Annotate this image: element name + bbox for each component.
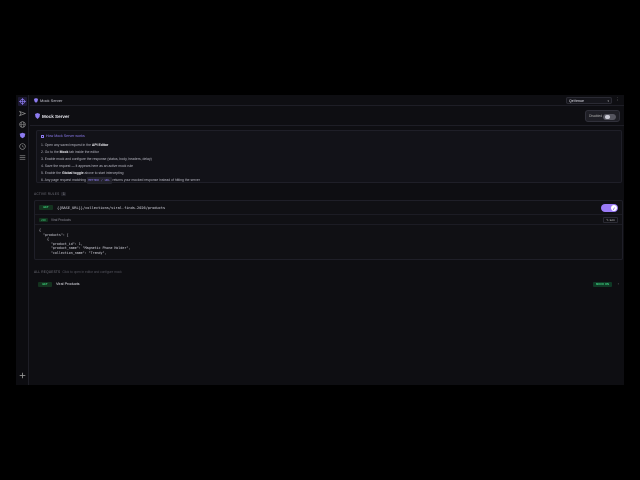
chevron-right-icon: › <box>617 281 619 286</box>
request-name: Viral Products <box>56 282 80 286</box>
plus-icon[interactable] <box>18 371 27 380</box>
globe-icon[interactable] <box>18 120 27 129</box>
rule-url: {{BASE_URL}}/collections/viral-finds-202… <box>57 205 166 210</box>
rule-meta-row: 200 Viral Products ✎ Edit <box>35 215 622 225</box>
response-body-preview: { "products": [ { "product_id": 1, "prod… <box>39 228 130 255</box>
global-mock-toggle[interactable]: Disabled <box>585 110 620 122</box>
top-bar: Mock Server QeVenue ▾ ⋮ <box>30 95 624 106</box>
step-item: 6. Any page request matching METHOD / UR… <box>41 177 200 184</box>
section-label: ACTIVE RULES <box>34 192 60 196</box>
active-rule-card: GET {{BASE_URL}}/collections/viral-finds… <box>34 200 623 260</box>
crosshair-icon[interactable] <box>18 97 27 106</box>
steps-list: 1. Open any saved request in the API Edi… <box>41 142 200 184</box>
chevron-down-icon: ▾ <box>607 98 609 103</box>
request-row[interactable]: GET Viral Products MOCK ON › <box>34 278 623 290</box>
global-toggle-label: Disabled <box>589 114 603 118</box>
step-item: 5. Enable the Global toggle above to sta… <box>41 171 124 175</box>
method-url-chip: METHOD / URL <box>86 177 112 184</box>
page-title: Mock Server <box>42 114 70 119</box>
active-rules-count: 1 <box>61 192 67 196</box>
environment-value: QeVenue <box>569 98 584 103</box>
section-label: ALL REQUESTS <box>34 270 61 274</box>
all-requests-label: ALL REQUESTS Click to open in editor and … <box>34 270 122 274</box>
list-icon[interactable] <box>18 153 27 162</box>
rule-name: Viral Products <box>51 218 71 222</box>
rule-header-row: GET {{BASE_URL}}/collections/viral-finds… <box>35 201 622 215</box>
side-rail <box>16 95 29 385</box>
rule-enable-toggle[interactable]: ✓ <box>601 204 618 212</box>
all-requests-hint: Click to open in editor and configure mo… <box>62 270 122 274</box>
how-it-works-title: How Mock Server works <box>41 134 85 138</box>
more-menu-icon[interactable]: ⋮ <box>616 97 621 103</box>
active-rules-label: ACTIVE RULES 1 <box>34 192 67 196</box>
main-panel: Mock Server QeVenue ▾ ⋮ Mock Server Disa… <box>30 95 624 385</box>
code-line: "product_name": "Magnetic Phone Holder", <box>39 246 131 250</box>
shield-icon <box>35 113 40 119</box>
send-icon[interactable] <box>18 109 27 118</box>
how-it-works-panel: How Mock Server works 1. Open any saved … <box>36 130 622 184</box>
step-item: 1. Open any saved request in the API Edi… <box>41 143 109 147</box>
method-badge: GET <box>38 281 52 287</box>
topbar-title: Mock Server <box>40 97 63 103</box>
environment-select[interactable]: QeVenue ▾ <box>566 97 612 104</box>
edit-button[interactable]: ✎ Edit <box>603 217 618 223</box>
step-item: 2. Go to the Mock tab inside the editor <box>41 150 99 154</box>
method-badge: GET <box>39 205 53 210</box>
mock-status-badge: MOCK ON <box>593 281 612 287</box>
step-item: 3. Enable mock and configure the respons… <box>41 157 152 161</box>
info-icon <box>41 134 44 138</box>
status-code-badge: 200 <box>39 218 48 222</box>
code-line: "collection_name": "Trendy", <box>39 250 107 255</box>
how-it-works-heading: How Mock Server works <box>46 134 85 138</box>
history-icon[interactable] <box>18 142 27 151</box>
app-window: Mock Server QeVenue ▾ ⋮ Mock Server Disa… <box>16 95 624 385</box>
check-icon: ✓ <box>611 205 617 211</box>
shield-icon <box>34 98 38 103</box>
page-header: Mock Server Disabled <box>30 107 624 126</box>
step-item: 4. Save the request — it appears here as… <box>41 164 133 168</box>
shield-icon[interactable] <box>18 131 27 140</box>
